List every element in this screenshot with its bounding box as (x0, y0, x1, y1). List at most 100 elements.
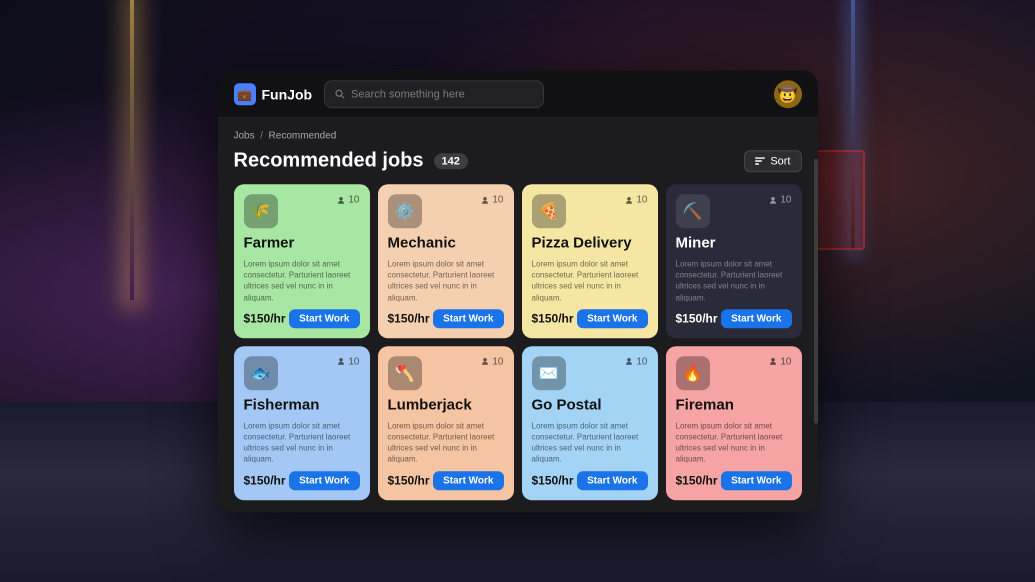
person-icon (481, 358, 489, 366)
job-card-fisherman: 🐟 10 Fisherman Lorem ipsum dolor sit ame… (234, 346, 370, 500)
job-card-lumberjack: 🪓 10 Lumberjack Lorem ipsum dolor sit am… (378, 346, 514, 500)
job-desc: Lorem ipsum dolor sit amet consectetur. … (532, 258, 648, 303)
card-bottom: $150/hr Start Work (244, 309, 360, 328)
job-card-miner: ⛏️ 10 Miner Lorem ipsum dolor sit amet c… (666, 184, 802, 338)
job-name: Go Postal (532, 396, 648, 414)
card-bottom: $150/hr Start Work (676, 471, 792, 490)
job-desc: Lorem ipsum dolor sit amet consectetur. … (388, 258, 504, 303)
job-name: Fisherman (244, 396, 360, 414)
job-icon: 🪓 (388, 356, 422, 390)
avatar[interactable]: 🤠 (774, 80, 802, 108)
brand-icon: 💼 (234, 83, 256, 105)
person-icon (337, 358, 345, 366)
jobs-grid: 🌾 10 Farmer Lorem ipsum dolor sit amet c… (234, 184, 802, 500)
sort-button[interactable]: Sort (744, 150, 801, 172)
job-name: Mechanic (388, 234, 504, 252)
card-top: ⛏️ 10 (676, 194, 792, 228)
start-work-button[interactable]: Start Work (289, 309, 359, 328)
card-top: 🪓 10 (388, 356, 504, 390)
player-count: 10 (481, 194, 503, 205)
card-top: 🌾 10 (244, 194, 360, 228)
content-area: Jobs / Recommended Recommended jobs 142 … (218, 118, 818, 512)
start-work-button[interactable]: Start Work (577, 309, 647, 328)
main-modal: 💼 FunJob Search something here 🤠 Jobs / … (218, 70, 818, 512)
job-icon: 🔥 (676, 356, 710, 390)
person-icon (481, 196, 489, 204)
card-bottom: $150/hr Start Work (388, 309, 504, 328)
page-title: Recommended jobs (234, 149, 424, 172)
player-count: 10 (481, 356, 503, 367)
start-work-button[interactable]: Start Work (433, 471, 503, 490)
job-name: Farmer (244, 234, 360, 252)
job-desc: Lorem ipsum dolor sit amet consectetur. … (388, 420, 504, 465)
job-icon: 🐟 (244, 356, 278, 390)
player-count: 10 (625, 194, 647, 205)
player-count: 10 (769, 356, 791, 367)
wage: $150/hr (244, 312, 286, 326)
player-count: 10 (769, 194, 791, 205)
job-count-badge: 142 (434, 153, 468, 169)
card-bottom: $150/hr Start Work (532, 309, 648, 328)
card-bottom: $150/hr Start Work (676, 309, 792, 328)
job-name: Lumberjack (388, 396, 504, 414)
start-work-button[interactable]: Start Work (721, 309, 791, 328)
job-desc: Lorem ipsum dolor sit amet consectetur. … (244, 258, 360, 303)
search-icon (335, 89, 345, 99)
job-card-farmer: 🌾 10 Farmer Lorem ipsum dolor sit amet c… (234, 184, 370, 338)
scroll-indicator (814, 159, 818, 424)
brand: 💼 FunJob (234, 83, 313, 105)
wage: $150/hr (532, 473, 574, 487)
card-bottom: $150/hr Start Work (532, 471, 648, 490)
sort-icon (755, 157, 765, 165)
card-top: ✉️ 10 (532, 356, 648, 390)
person-icon (625, 358, 633, 366)
card-bottom: $150/hr Start Work (244, 471, 360, 490)
job-desc: Lorem ipsum dolor sit amet consectetur. … (532, 420, 648, 465)
card-top: 🔥 10 (676, 356, 792, 390)
player-count: 10 (625, 356, 647, 367)
brand-name: FunJob (262, 86, 313, 102)
job-icon: 🌾 (244, 194, 278, 228)
job-icon: ⚙️ (388, 194, 422, 228)
job-card-pizza-delivery: 🍕 10 Pizza Delivery Lorem ipsum dolor si… (522, 184, 658, 338)
person-icon (337, 196, 345, 204)
wage: $150/hr (676, 312, 718, 326)
wage: $150/hr (532, 312, 574, 326)
avatar-emoji: 🤠 (778, 84, 798, 104)
card-top: ⚙️ 10 (388, 194, 504, 228)
start-work-button[interactable]: Start Work (577, 471, 647, 490)
job-name: Miner (676, 234, 792, 252)
navbar: 💼 FunJob Search something here 🤠 (218, 70, 818, 118)
page-header: Recommended jobs 142 Sort (234, 149, 802, 172)
breadcrumb-current: Recommended (269, 130, 337, 141)
wage: $150/hr (244, 473, 286, 487)
search-placeholder: Search something here (351, 88, 465, 100)
player-count: 10 (337, 356, 359, 367)
job-icon: ✉️ (532, 356, 566, 390)
person-icon (625, 196, 633, 204)
wage: $150/hr (676, 473, 718, 487)
start-work-button[interactable]: Start Work (721, 471, 791, 490)
breadcrumb: Jobs / Recommended (234, 130, 802, 141)
breadcrumb-parent: Jobs (234, 130, 255, 141)
job-card-fireman: 🔥 10 Fireman Lorem ipsum dolor sit amet … (666, 346, 802, 500)
job-card-go-postal: ✉️ 10 Go Postal Lorem ipsum dolor sit am… (522, 346, 658, 500)
player-count: 10 (337, 194, 359, 205)
card-top: 🍕 10 (532, 194, 648, 228)
start-work-button[interactable]: Start Work (289, 471, 359, 490)
person-icon (769, 358, 777, 366)
job-card-mechanic: ⚙️ 10 Mechanic Lorem ipsum dolor sit ame… (378, 184, 514, 338)
job-desc: Lorem ipsum dolor sit amet consectetur. … (244, 420, 360, 465)
card-bottom: $150/hr Start Work (388, 471, 504, 490)
job-name: Pizza Delivery (532, 234, 648, 252)
sort-label: Sort (770, 155, 790, 167)
job-name: Fireman (676, 396, 792, 414)
search-bar[interactable]: Search something here (324, 80, 544, 108)
wage: $150/hr (388, 312, 430, 326)
job-desc: Lorem ipsum dolor sit amet consectetur. … (676, 420, 792, 465)
start-work-button[interactable]: Start Work (433, 309, 503, 328)
wage: $150/hr (388, 473, 430, 487)
job-desc: Lorem ipsum dolor sit amet consectetur. … (676, 258, 792, 303)
card-top: 🐟 10 (244, 356, 360, 390)
job-icon: ⛏️ (676, 194, 710, 228)
